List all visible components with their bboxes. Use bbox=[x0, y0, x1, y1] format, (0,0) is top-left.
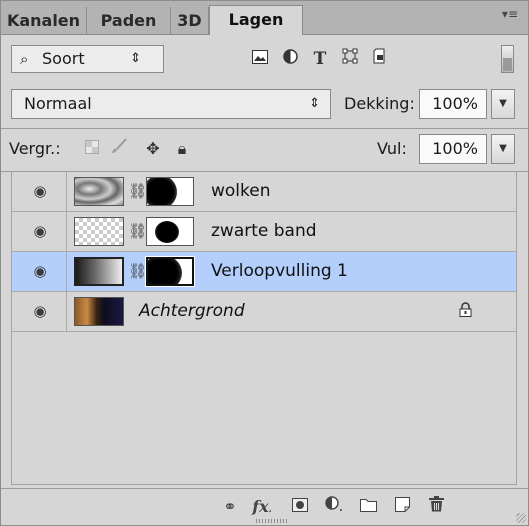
layer-list: ◉ ⛓︎ wolken ◉ ⛓︎ zwarte band ◉ ⛓︎ Verloo… bbox=[11, 172, 517, 485]
new-layer-icon[interactable] bbox=[389, 495, 415, 519]
layer-thumbnail[interactable] bbox=[74, 297, 124, 326]
search-icon: ⌕ bbox=[20, 50, 29, 68]
eye-icon[interactable]: ◉ bbox=[31, 182, 49, 200]
filter-kind-select[interactable]: ⌕ Soort ⇕ bbox=[11, 45, 164, 73]
fill-input[interactable]: 100% bbox=[419, 134, 487, 164]
panel-menu-icon[interactable]: ▾≡ bbox=[502, 7, 518, 21]
link-icon[interactable]: ⚭ bbox=[217, 495, 243, 519]
layer-name[interactable]: wolken bbox=[211, 172, 271, 211]
layer-row-achtergrond[interactable]: ◉ Achtergrond bbox=[12, 292, 516, 332]
eye-icon[interactable]: ◉ bbox=[31, 302, 49, 320]
smart-object-filter-icon[interactable] bbox=[367, 45, 393, 73]
shape-filter-icon[interactable] bbox=[337, 45, 363, 73]
layer-thumbnail[interactable] bbox=[74, 177, 124, 206]
corner-resize-handle[interactable] bbox=[516, 513, 526, 523]
opacity-label: Dekking: bbox=[344, 94, 415, 113]
divider bbox=[1, 128, 528, 129]
fill-dropdown-button[interactable]: ▼ bbox=[491, 134, 515, 164]
blend-mode-select[interactable]: Normaal ⇕ bbox=[11, 89, 331, 119]
layer-name[interactable]: zwarte band bbox=[211, 212, 317, 251]
updown-arrows-icon: ⇕ bbox=[309, 96, 320, 111]
layer-row-zwarte-band[interactable]: ◉ ⛓︎ zwarte band bbox=[12, 212, 516, 252]
adjustment-layer-icon[interactable] bbox=[321, 495, 347, 519]
visibility-toggle[interactable]: ◉ bbox=[12, 212, 67, 251]
tab-kanalen[interactable]: Kanalen bbox=[1, 7, 87, 34]
type-filter-icon[interactable]: T bbox=[307, 45, 333, 73]
fx-icon[interactable]: fx. bbox=[249, 495, 275, 519]
link-chain-icon[interactable]: ⛓︎ bbox=[128, 222, 147, 240]
layer-mask-thumbnail[interactable] bbox=[145, 256, 195, 287]
layer-mask-thumbnail[interactable] bbox=[146, 217, 194, 246]
link-chain-icon[interactable]: ⛓︎ bbox=[128, 262, 147, 280]
lock-image-pixels-brush-icon[interactable] bbox=[108, 134, 130, 164]
panel-resize-grip[interactable] bbox=[256, 519, 288, 523]
add-mask-icon[interactable] bbox=[287, 495, 313, 519]
layer-thumbnail[interactable] bbox=[74, 217, 124, 246]
visibility-toggle[interactable]: ◉ bbox=[12, 292, 67, 331]
eye-icon[interactable]: ◉ bbox=[31, 262, 49, 280]
panel-tab-bar: Kanalen Paden 3D Lagen ▾≡ bbox=[1, 1, 528, 35]
layer-lock-icon bbox=[459, 292, 472, 331]
layer-name[interactable]: Achtergrond bbox=[139, 292, 245, 331]
adjustment-filter-icon[interactable] bbox=[277, 45, 303, 73]
opacity-input[interactable]: 100% bbox=[419, 89, 487, 119]
layer-row-wolken[interactable]: ◉ ⛓︎ wolken bbox=[12, 172, 516, 212]
lock-position-move-icon[interactable]: ✥ bbox=[142, 134, 164, 164]
blend-mode-value: Normaal bbox=[24, 94, 92, 113]
visibility-toggle[interactable]: ◉ bbox=[12, 252, 67, 291]
new-group-icon[interactable] bbox=[355, 495, 381, 519]
layer-thumbnail[interactable] bbox=[74, 257, 124, 286]
eye-icon[interactable]: ◉ bbox=[31, 222, 49, 240]
visibility-toggle[interactable]: ◉ bbox=[12, 172, 67, 211]
lock-label: Vergr.: bbox=[9, 139, 61, 158]
delete-icon[interactable] bbox=[423, 495, 449, 519]
image-filter-icon[interactable] bbox=[247, 45, 273, 73]
lock-transparent-pixels-icon[interactable] bbox=[81, 134, 103, 164]
layer-mask-thumbnail[interactable] bbox=[146, 177, 194, 206]
layer-name[interactable]: Verloopvulling 1 bbox=[211, 252, 348, 291]
fx-label: fx bbox=[252, 497, 269, 516]
lock-all-icon[interactable]: 🔒︎ bbox=[171, 134, 193, 164]
link-chain-icon[interactable]: ⛓︎ bbox=[128, 182, 147, 200]
tab-lagen[interactable]: Lagen bbox=[209, 5, 303, 35]
opacity-dropdown-button[interactable]: ▼ bbox=[491, 89, 515, 119]
layers-bottom-toolbar: ⚭ fx. bbox=[1, 488, 528, 525]
layer-row-verloopvulling-1[interactable]: ◉ ⛓︎ Verloopvulling 1 bbox=[12, 252, 516, 292]
layers-panel: Kanalen Paden 3D Lagen ▾≡ ⌕ Soort ⇕ T No… bbox=[0, 0, 529, 526]
filter-toggle-switch[interactable] bbox=[501, 45, 514, 73]
filter-kind-label: Soort bbox=[42, 49, 85, 68]
tab-3d[interactable]: 3D bbox=[171, 7, 209, 34]
tab-paden[interactable]: Paden bbox=[87, 7, 171, 34]
fill-label: Vul: bbox=[377, 139, 407, 158]
updown-arrows-icon: ⇕ bbox=[130, 51, 141, 66]
